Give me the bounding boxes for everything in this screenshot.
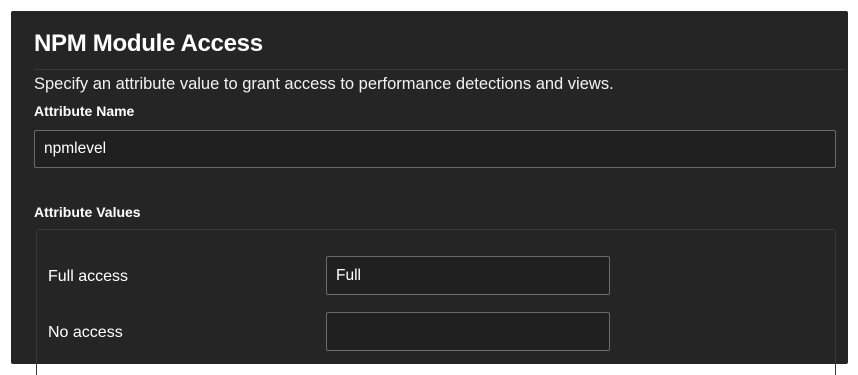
attribute-name-input[interactable] [34, 130, 836, 168]
title-divider [34, 69, 844, 70]
npm-module-access-panel: NPM Module Access Specify an attribute v… [11, 11, 848, 375]
section-title: NPM Module Access [34, 30, 263, 57]
section-description: Specify an attribute value to grant acce… [34, 75, 614, 93]
no-access-input[interactable] [326, 312, 610, 351]
attribute-values-group: Full access No access [36, 229, 836, 375]
attribute-values-label: Attribute Values [34, 204, 141, 220]
no-access-label: No access [48, 324, 123, 341]
attribute-name-label: Attribute Name [34, 103, 135, 119]
full-access-input[interactable] [326, 256, 610, 295]
full-access-label: Full access [48, 268, 129, 285]
